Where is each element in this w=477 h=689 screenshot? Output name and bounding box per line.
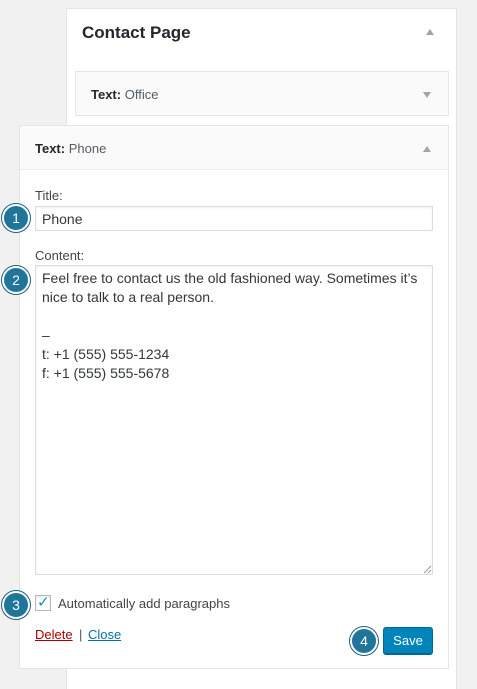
link-separator: | [79,627,83,642]
widget-phone-header[interactable]: Text: Phone [20,126,448,170]
widget-name: Office [124,87,159,102]
widget-type-label: Text: [91,87,122,102]
callout-badge-2: 2 [2,266,30,294]
callout-badge-1: 1 [2,204,30,232]
expand-arrow-icon[interactable] [423,92,431,98]
auto-paragraphs-label: Automatically add paragraphs [58,596,230,611]
save-button[interactable]: Save [383,627,433,654]
widget-office-title: Text: Office [91,87,158,102]
collapse-arrow-icon[interactable] [426,29,434,35]
content-textarea[interactable]: Feel free to contact us the old fashione… [35,265,433,575]
callout-badge-4: 4 [350,627,378,655]
title-label: Title: [35,188,63,203]
widget-name: Phone [68,141,107,156]
auto-paragraphs-checkbox[interactable]: ✓ [35,594,51,611]
content-label: Content: [35,248,85,263]
check-icon: ✓ [37,594,50,611]
close-link[interactable]: Close [88,627,121,642]
collapse-arrow-icon[interactable] [423,146,431,152]
widget-phone-title: Text: Phone [35,141,106,156]
widget-text-office[interactable]: Text: Office [75,71,449,116]
resize-grip-icon[interactable] [423,565,432,574]
delete-link[interactable]: Delete [35,627,73,642]
title-input[interactable] [35,206,433,231]
callout-badge-3: 3 [2,591,30,619]
widget-type-label: Text: [35,141,66,156]
sidebar-panel-header[interactable]: Contact Page [67,9,456,57]
sidebar-panel-title: Contact Page [82,23,191,42]
